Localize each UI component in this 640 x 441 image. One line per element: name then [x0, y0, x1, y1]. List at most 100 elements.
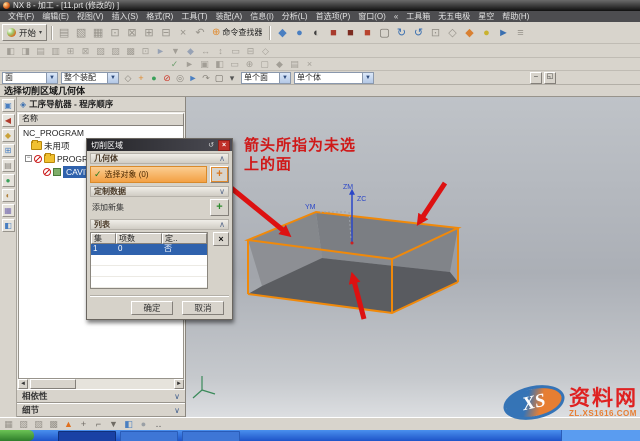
chevron-down-icon[interactable]: ▼ — [279, 73, 290, 83]
start-menu-button[interactable] — [0, 430, 34, 441]
play-icon[interactable]: ► — [495, 25, 511, 41]
chevron-up-icon[interactable]: ∧ — [219, 154, 225, 163]
chevron-down-icon[interactable]: ▼ — [107, 73, 118, 83]
cancel-button[interactable]: 取消 — [182, 301, 224, 315]
toolbar2-icon-18[interactable]: ◇ — [259, 45, 272, 57]
dialog-reset-icon[interactable]: ↺ — [206, 141, 216, 150]
selection-scope-combo[interactable]: 整个装配 ▼ — [61, 72, 119, 84]
window-select-icon[interactable]: ▢ — [376, 25, 392, 41]
annotate-icon[interactable]: ◇ — [444, 25, 460, 41]
display-mode-icon[interactable]: ◐ — [308, 25, 324, 41]
toolbar2-icon-17[interactable]: ⊟ — [244, 45, 257, 57]
facet-body-icon[interactable]: ■ — [325, 25, 341, 41]
column-set[interactable]: 集 — [91, 233, 116, 244]
face-rule-combo[interactable]: 单个面 ▼ — [241, 72, 291, 84]
toolbar2-icon-4[interactable]: ▥ — [49, 45, 62, 57]
more-icon[interactable]: ‥ — [152, 418, 165, 430]
toolbar2-icon-8[interactable]: ▨ — [109, 45, 122, 57]
snapshot-icon[interactable]: ⊡ — [427, 25, 443, 41]
sphere-icon[interactable]: ● — [137, 418, 150, 430]
process-studio-icon[interactable]: ▦ — [2, 204, 15, 217]
toolbar2-icon-14[interactable]: ↔ — [199, 45, 212, 57]
machining-icon-2[interactable]: ▧ — [17, 418, 30, 430]
start-button[interactable]: 开始 ▾ — [2, 24, 47, 41]
menu-file[interactable]: 文件(F) — [4, 11, 38, 22]
curve-rule-icon[interactable]: ↷ — [200, 72, 212, 84]
toolbar3-icon-8[interactable]: ◆ — [273, 58, 286, 70]
toolbar2-icon-5[interactable]: ⊞ — [64, 45, 77, 57]
section-details[interactable]: 细节 ∨ — [17, 403, 185, 417]
toolbar2-icon-15[interactable]: ↕ — [214, 45, 227, 57]
section-dependencies[interactable]: 相依性 ∨ — [17, 389, 185, 403]
menu-electrode[interactable]: 无五电极 — [434, 11, 474, 22]
menu-assemblies[interactable]: 装配(A) — [212, 11, 247, 22]
column-item-count[interactable]: 项数 — [116, 233, 162, 244]
toolbar2-icon-10[interactable]: ⊡ — [139, 45, 152, 57]
menu-tools[interactable]: 工具(T) — [177, 11, 211, 22]
toolbar3-icon-9[interactable]: ▤ — [288, 58, 301, 70]
chevron-down-icon[interactable]: ∨ — [219, 187, 225, 196]
part-navigator-icon[interactable]: ◆ — [2, 129, 15, 142]
paste-icon[interactable]: ⊟ — [158, 25, 174, 41]
bulb-icon[interactable]: ● — [478, 25, 494, 41]
select-object-field[interactable]: ✓ 选择对象 (0) — [90, 166, 207, 183]
menu-preferences[interactable]: 首选项(P) — [312, 11, 355, 22]
remove-set-button[interactable]: × — [213, 232, 229, 246]
section-view-icon[interactable]: ■ — [359, 25, 375, 41]
taskbar-button-1[interactable] — [58, 431, 116, 441]
toolbar3-icon-3[interactable]: ▣ — [198, 58, 211, 70]
minimize-icon[interactable]: – — [530, 72, 542, 84]
toolbar3-icon-7[interactable]: ▢ — [258, 58, 271, 70]
toolbar2-icon-7[interactable]: ▧ — [94, 45, 107, 57]
chevron-down-icon[interactable]: ▼ — [362, 73, 373, 83]
menu-information[interactable]: 信息(I) — [246, 11, 278, 22]
toolbar3-icon-5[interactable]: ▭ — [228, 58, 241, 70]
restore-icon[interactable]: ◱ — [544, 72, 556, 84]
constraint-navigator-icon[interactable]: ◀ — [2, 114, 15, 127]
menu-help[interactable]: 帮助(H) — [498, 11, 533, 22]
reuse-library-icon[interactable]: ⊞ — [2, 144, 15, 157]
dialog-close-icon[interactable]: × — [218, 140, 230, 151]
machining-icon-3[interactable]: ▨ — [32, 418, 45, 430]
section-custom-data[interactable]: 定制数据 ∨ — [90, 186, 229, 197]
marquee-icon[interactable]: ▢ — [213, 72, 225, 84]
menu-view[interactable]: 视图(V) — [73, 11, 108, 22]
snap-point-icon[interactable]: ◇ — [122, 72, 134, 84]
facet-body-dark-icon[interactable]: ■ — [342, 25, 358, 41]
menu-insert[interactable]: 插入(S) — [108, 11, 143, 22]
table-row-selected[interactable]: 1 0 否 — [91, 244, 207, 255]
assembly-navigator-icon[interactable]: ▣ — [2, 99, 15, 112]
no-selection-icon[interactable]: ⊘ — [161, 72, 173, 84]
ok-button[interactable]: 确定 — [131, 301, 173, 315]
rotate-view-icon[interactable]: ↻ — [393, 25, 409, 41]
menu-toolbox[interactable]: 工具箱 — [402, 11, 434, 22]
toolbar2-icon-16[interactable]: ▭ — [229, 45, 242, 57]
print-icon[interactable]: ⊡ — [107, 25, 123, 41]
toolbar2-icon-13[interactable]: ◆ — [184, 45, 197, 57]
chevron-down-icon[interactable]: ∨ — [174, 392, 180, 401]
graphics-window[interactable]: ZM ZC YM 箭头所指为未选 上的面 — [186, 97, 640, 417]
machine-tool-icon[interactable]: ▼ — [107, 418, 120, 430]
menu-collapse[interactable]: « — [390, 11, 402, 22]
copy-icon[interactable]: ⊞ — [141, 25, 157, 41]
toolbar2-icon-9[interactable]: ▩ — [124, 45, 137, 57]
crane-icon[interactable]: ⌐ — [92, 418, 105, 430]
toolbar3-icon-6[interactable]: ⊕ — [243, 58, 256, 70]
highlight-icon[interactable]: ● — [148, 72, 160, 84]
chevron-down-icon[interactable]: ▼ — [46, 73, 57, 83]
toolbar3-icon-2[interactable]: ► — [183, 58, 196, 70]
type-filter-combo[interactable]: 面 ▼ — [2, 72, 58, 84]
scrollbar-thumb[interactable] — [30, 379, 76, 389]
select-face-button[interactable]: + — [210, 166, 229, 183]
section-list[interactable]: 列表 ∧ — [90, 219, 229, 230]
select-arrow-icon[interactable]: ► — [187, 72, 199, 84]
toolbar2-icon-2[interactable]: ◨ — [19, 45, 32, 57]
toolbar2-icon-3[interactable]: ▤ — [34, 45, 47, 57]
save-icon[interactable]: ▦ — [90, 25, 106, 41]
plus-icon[interactable]: + — [77, 418, 90, 430]
taskbar-button-3[interactable] — [182, 431, 240, 441]
history-icon[interactable]: ◐ — [2, 189, 15, 202]
command-finder-button[interactable]: ⊕ 命令查找器 — [209, 25, 265, 41]
column-header-name[interactable]: 名称 — [18, 113, 184, 126]
web-browser-icon[interactable]: ● — [2, 174, 15, 187]
